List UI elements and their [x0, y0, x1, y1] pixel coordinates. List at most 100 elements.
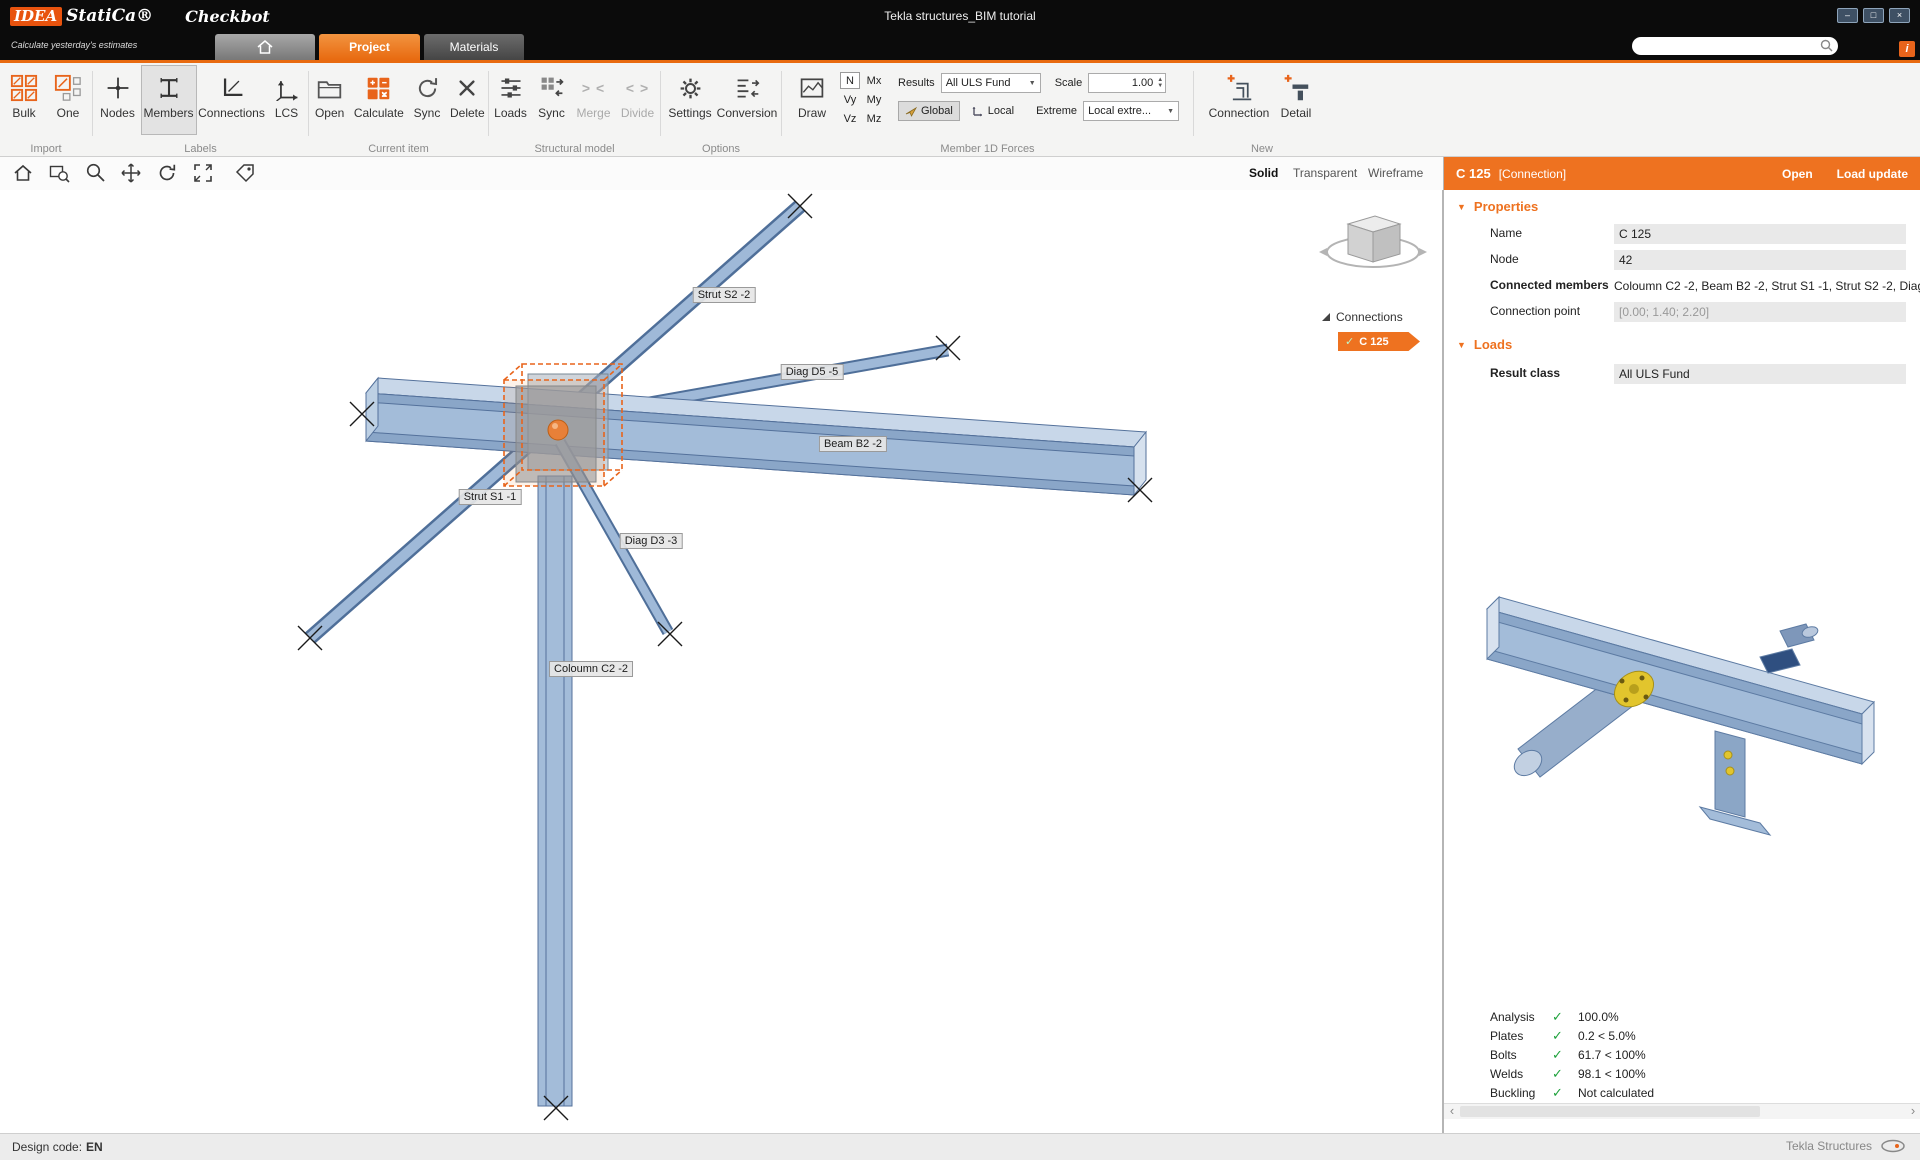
- section-collapse-icon[interactable]: ▼: [1457, 340, 1466, 350]
- member-label-beam-b2[interactable]: Beam B2 -2: [819, 436, 887, 452]
- scale-value: 1.00: [1093, 77, 1153, 89]
- navigation-cube[interactable]: [1318, 204, 1428, 296]
- name-field[interactable]: C 125: [1614, 224, 1906, 244]
- members-icon: [156, 75, 182, 101]
- extreme-dropdown-value: Local extre...: [1088, 105, 1151, 117]
- connection-point-field: [0.00; 1.40; 2.20]: [1614, 302, 1906, 322]
- node-field[interactable]: 42: [1614, 250, 1906, 270]
- toggle-vz[interactable]: Vz: [840, 110, 860, 127]
- member-label-diag-d3[interactable]: Diag D3 -3: [620, 533, 683, 549]
- tab-project[interactable]: Project: [319, 34, 420, 60]
- maximize-button[interactable]: □: [1863, 8, 1884, 23]
- scrollbar-thumb[interactable]: [1460, 1106, 1760, 1117]
- labels-nodes-button[interactable]: Nodes: [95, 65, 141, 135]
- label-tag-icon: [234, 162, 256, 184]
- zoom-fit-button[interactable]: [192, 162, 214, 184]
- delete-item-button[interactable]: Delete: [447, 65, 488, 135]
- search-input[interactable]: [1640, 37, 1818, 55]
- lcs-icon: [274, 75, 300, 101]
- column-c2-member[interactable]: [538, 476, 572, 1106]
- loads-section-header[interactable]: ▼ Loads: [1457, 337, 1512, 352]
- view-mode-transparent[interactable]: Transparent: [1293, 166, 1357, 180]
- sync-item-button[interactable]: Sync: [407, 65, 446, 135]
- merge-button: > < Merge: [572, 65, 616, 135]
- results-dropdown[interactable]: All ULS Fund ▼: [941, 73, 1041, 93]
- sync-model-button[interactable]: Sync: [532, 65, 572, 135]
- open-item-button[interactable]: Open: [309, 65, 350, 135]
- result-class-field[interactable]: All ULS Fund: [1614, 364, 1906, 384]
- scale-spinner[interactable]: ▲ ▼: [1157, 77, 1163, 89]
- view-mode-wireframe[interactable]: Wireframe: [1368, 166, 1423, 180]
- settings-gear-icon: [677, 75, 704, 102]
- labels-connections-button[interactable]: Connections: [197, 65, 267, 135]
- settings-button[interactable]: Settings: [664, 65, 716, 135]
- calculate-icon: [365, 75, 392, 102]
- toggle-my[interactable]: My: [864, 91, 884, 108]
- model-3d-scene[interactable]: [0, 190, 1443, 1133]
- result-class-label: Result class: [1490, 366, 1560, 380]
- label-tag-button[interactable]: [234, 162, 256, 184]
- scroll-right-arrow[interactable]: ›: [1906, 1104, 1920, 1119]
- ribbon-group-new: Connection Detail New: [1194, 63, 1330, 157]
- global-toggle-button[interactable]: Global: [898, 101, 960, 121]
- labels-members-button[interactable]: Members: [141, 65, 197, 135]
- labels-connections-label: Connections: [198, 106, 265, 120]
- panel-type-label: [Connection]: [1499, 167, 1566, 181]
- conversion-button[interactable]: Conversion: [716, 65, 778, 135]
- chevron-down-icon: ▼: [1167, 108, 1174, 115]
- open-connection-button[interactable]: Open: [1782, 167, 1813, 181]
- horizontal-scrollbar[interactable]: ‹ ›: [1444, 1103, 1920, 1119]
- toggle-vy[interactable]: Vy: [840, 91, 860, 108]
- scale-input[interactable]: 1.00 ▲ ▼: [1088, 73, 1166, 93]
- labels-lcs-button[interactable]: LCS: [267, 65, 307, 135]
- check-row-bolts: Bolts ✓ 61.7 < 100%: [1490, 1047, 1870, 1066]
- toggle-mz[interactable]: Mz: [864, 110, 884, 127]
- new-detail-button[interactable]: Detail: [1273, 65, 1319, 135]
- info-button[interactable]: i: [1899, 41, 1915, 57]
- close-button[interactable]: ×: [1889, 8, 1910, 23]
- zoom-window-button[interactable]: [48, 162, 70, 184]
- check-row-analysis: Analysis ✓ 100.0%: [1490, 1009, 1870, 1028]
- rotate-view-button[interactable]: [156, 162, 178, 184]
- member-label-column-c2[interactable]: Coloumn C2 -2: [549, 661, 633, 677]
- spinner-down-icon[interactable]: ▼: [1157, 83, 1163, 89]
- calculate-button[interactable]: Calculate: [350, 65, 407, 135]
- design-code-status: Design code:EN: [12, 1140, 103, 1154]
- section-collapse-icon[interactable]: ▼: [1457, 202, 1466, 212]
- name-label: Name: [1490, 226, 1522, 240]
- connection-c125-tag[interactable]: ✓ C 125: [1338, 332, 1420, 351]
- view-mode-solid[interactable]: Solid: [1249, 166, 1278, 180]
- open-folder-icon: [316, 75, 343, 102]
- zoom-button[interactable]: [84, 162, 106, 184]
- member-label-strut-s2[interactable]: Strut S2 -2: [693, 287, 756, 303]
- load-update-button[interactable]: Load update: [1837, 167, 1908, 181]
- draw-forces-button[interactable]: Draw: [790, 65, 834, 135]
- properties-section-header[interactable]: ▼ Properties: [1457, 199, 1538, 214]
- member-label-strut-s1[interactable]: Strut S1 -1: [459, 489, 522, 505]
- conversion-label: Conversion: [717, 106, 778, 120]
- toggle-mx[interactable]: Mx: [864, 72, 884, 89]
- tab-home[interactable]: [215, 34, 315, 60]
- member-label-diag-d5[interactable]: Diag D5 -5: [781, 364, 844, 380]
- home-view-button[interactable]: [12, 162, 34, 184]
- connections-tree-item[interactable]: Connections: [1322, 310, 1403, 324]
- check-label: Plates: [1490, 1029, 1523, 1043]
- new-connection-button[interactable]: Connection: [1205, 65, 1273, 135]
- bulk-import-button[interactable]: Bulk: [2, 65, 46, 135]
- loads-button[interactable]: Loads: [490, 65, 532, 135]
- check-row-buckling: Buckling ✓ Not calculated: [1490, 1085, 1870, 1104]
- pan-button[interactable]: [120, 162, 142, 184]
- toggle-n[interactable]: N: [840, 72, 860, 89]
- minimize-button[interactable]: –: [1837, 8, 1858, 23]
- extreme-dropdown[interactable]: Local extre... ▼: [1083, 101, 1179, 121]
- local-toggle-button[interactable]: Local: [966, 101, 1020, 121]
- tree-expander-icon[interactable]: [1322, 313, 1330, 321]
- idea-logo-box: IDEA: [10, 7, 62, 26]
- ribbon: Bulk One Import: [0, 63, 1920, 157]
- scroll-left-arrow[interactable]: ‹: [1445, 1104, 1459, 1119]
- delete-icon: [455, 76, 479, 100]
- model-viewport[interactable]: Strut S2 -2 Diag D5 -5 Beam B2 -2 Strut …: [0, 190, 1443, 1133]
- search-box[interactable]: [1632, 37, 1838, 55]
- one-import-button[interactable]: One: [46, 65, 90, 135]
- tab-materials[interactable]: Materials: [424, 34, 524, 60]
